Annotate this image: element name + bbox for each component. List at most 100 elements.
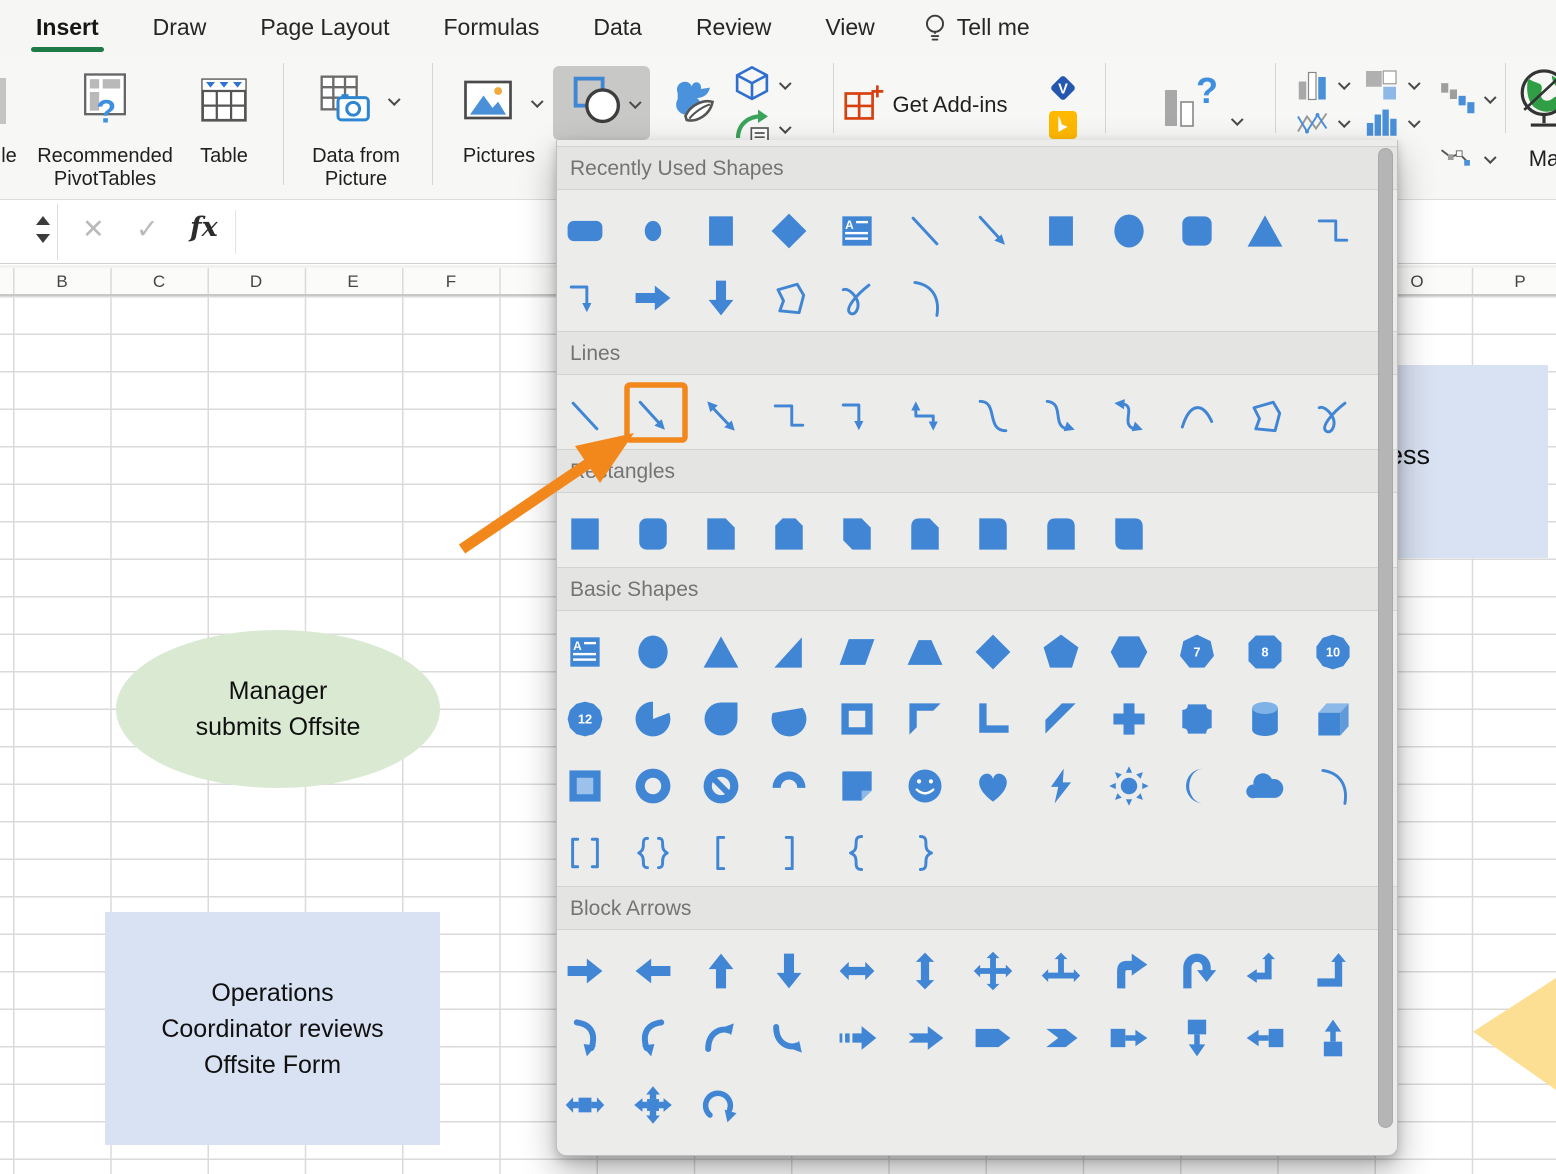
shape-parallelogram[interactable] <box>835 630 879 674</box>
bing-addin-icon[interactable] <box>1049 111 1077 139</box>
tab-view[interactable]: View <box>823 10 876 45</box>
shape-isosceles-triangle[interactable] <box>1243 209 1287 253</box>
shape-curved-right-arrow[interactable] <box>563 1016 607 1060</box>
shape-straight-arrow-connector[interactable] <box>631 394 675 438</box>
shape-sun[interactable] <box>1107 764 1151 808</box>
shape-elbow-connector[interactable] <box>1311 209 1355 253</box>
shape-frame[interactable] <box>835 697 879 741</box>
shape-round-same-side-corner-rectangle[interactable] <box>1039 512 1083 556</box>
shape-bent-arrow[interactable] <box>1107 949 1151 993</box>
shape-down-arrow-callout[interactable] <box>1175 1016 1219 1060</box>
shape-regular-pentagon[interactable] <box>1039 630 1083 674</box>
shape-elbow-double-arrow-connector[interactable] <box>903 394 947 438</box>
shape-quad-arrow-callout[interactable] <box>631 1083 675 1127</box>
shape-chevron-arrow[interactable] <box>1039 1016 1083 1060</box>
column-header-O[interactable]: O <box>1410 272 1423 292</box>
tab-data[interactable]: Data <box>591 10 644 45</box>
shape-right-bracket[interactable] <box>767 831 811 875</box>
shape-snip-diagonal-corner-rectangle[interactable] <box>835 512 879 556</box>
shape-pentagon-arrow[interactable] <box>971 1016 1015 1060</box>
shape-double-brace[interactable] <box>631 831 675 875</box>
tell-me[interactable]: Tell me <box>922 13 1030 43</box>
shape-rounded-square[interactable] <box>1175 209 1219 253</box>
shape-text-box[interactable]: A <box>835 209 879 253</box>
shape-can[interactable] <box>1243 697 1287 741</box>
tab-draw[interactable]: Draw <box>151 10 209 45</box>
shape-chord[interactable] <box>767 697 811 741</box>
shape-isosceles-triangle[interactable] <box>699 630 743 674</box>
shape-rectangle[interactable] <box>563 512 607 556</box>
shape-arc[interactable] <box>903 276 947 320</box>
column-header-P[interactable]: P <box>1514 272 1525 292</box>
shape-bevel[interactable] <box>563 764 607 808</box>
shape-striped-right-arrow[interactable] <box>835 1016 879 1060</box>
shape-oval[interactable] <box>631 630 675 674</box>
shape-right-triangle[interactable] <box>767 630 811 674</box>
column-header-F[interactable]: F <box>446 272 456 292</box>
shape-cross[interactable] <box>1107 697 1151 741</box>
column-header-C[interactable]: C <box>153 272 165 292</box>
shape-half-frame[interactable] <box>903 697 947 741</box>
shape-left-up-arrow[interactable] <box>1243 949 1287 993</box>
shape-diagonal-stripe[interactable] <box>1039 697 1083 741</box>
shape-snip-same-side-corner-rectangle[interactable] <box>767 512 811 556</box>
shape-right-arrow[interactable] <box>563 949 607 993</box>
tab-review[interactable]: Review <box>694 10 773 45</box>
enter-icon[interactable]: ✓ <box>136 214 159 245</box>
flowchart-ellipse-manager[interactable]: Manager submits Offsite <box>116 630 440 788</box>
shape-up-arrow[interactable] <box>699 949 743 993</box>
shape-decagon-10[interactable]: 10 <box>1311 630 1355 674</box>
shape-snip-round-single-corner-rectangle[interactable] <box>903 512 947 556</box>
shape-oval[interactable] <box>1107 209 1151 253</box>
shape-notched-right-arrow[interactable] <box>903 1016 947 1060</box>
shape-curved-down-arrow[interactable] <box>767 1016 811 1060</box>
shape-right-arrow[interactable] <box>631 276 675 320</box>
tab-insert[interactable]: Insert <box>34 10 101 45</box>
flowchart-box-operations[interactable]: Operations Coordinator reviews Offsite F… <box>105 912 440 1145</box>
shape-teardrop[interactable] <box>699 697 743 741</box>
shape-rounded-rectangle[interactable] <box>563 209 607 253</box>
shape-left-right-up-arrow[interactable] <box>1039 949 1083 993</box>
shape-left-bracket[interactable] <box>699 831 743 875</box>
shape-circular-arrow[interactable] <box>699 1083 743 1127</box>
shape-rectangle-portrait[interactable] <box>1039 209 1083 253</box>
shape-smiley-face[interactable] <box>903 764 947 808</box>
shape-double-arrow-connector[interactable] <box>699 394 743 438</box>
shape-rectangle-portrait[interactable] <box>699 209 743 253</box>
shape-block-arc[interactable] <box>767 764 811 808</box>
shape-trapezoid[interactable] <box>903 630 947 674</box>
shape-down-arrow[interactable] <box>767 949 811 993</box>
shape-heptagon-7[interactable]: 7 <box>1175 630 1219 674</box>
column-header-B[interactable]: B <box>56 272 67 292</box>
shape-dodecagon-12[interactable]: 12 <box>563 697 607 741</box>
shape-hexagon[interactable] <box>1107 630 1151 674</box>
shape-pie[interactable] <box>631 697 675 741</box>
namebox-spinner-up[interactable] <box>36 216 50 225</box>
shape-down-arrow[interactable] <box>699 276 743 320</box>
shape-l-shape[interactable] <box>971 697 1015 741</box>
shape-straight-arrow-connector[interactable] <box>971 209 1015 253</box>
shape-arc[interactable] <box>1311 764 1355 808</box>
shape-double-bracket[interactable] <box>563 831 607 875</box>
shape-scribble[interactable] <box>835 276 879 320</box>
column-header-D[interactable]: D <box>250 272 262 292</box>
shape-no-symbol[interactable] <box>699 764 743 808</box>
shape-left-arrow-callout[interactable] <box>1243 1016 1287 1060</box>
shape-plaque[interactable] <box>1175 697 1219 741</box>
shape-folded-corner[interactable] <box>835 764 879 808</box>
namebox-spinner-down[interactable] <box>36 234 50 243</box>
shape-line[interactable] <box>563 394 607 438</box>
shape-elbow-arrow-connector[interactable] <box>835 394 879 438</box>
shape-text-box[interactable]: A <box>563 630 607 674</box>
shape-quad-arrow[interactable] <box>971 949 1015 993</box>
shape-round-diagonal-corner-rectangle[interactable] <box>1107 512 1151 556</box>
shape-left-brace[interactable] <box>835 831 879 875</box>
shape-left-right-arrow[interactable] <box>835 949 879 993</box>
shape-donut[interactable] <box>631 764 675 808</box>
menu-scrollbar-thumb[interactable] <box>1378 148 1393 1128</box>
shape-diamond[interactable] <box>971 630 1015 674</box>
shapes-button[interactable] <box>553 66 650 140</box>
insert-function-icon[interactable]: fx <box>190 212 218 243</box>
shape-right-arrow-callout[interactable] <box>1107 1016 1151 1060</box>
shape-curved-left-arrow[interactable] <box>631 1016 675 1060</box>
